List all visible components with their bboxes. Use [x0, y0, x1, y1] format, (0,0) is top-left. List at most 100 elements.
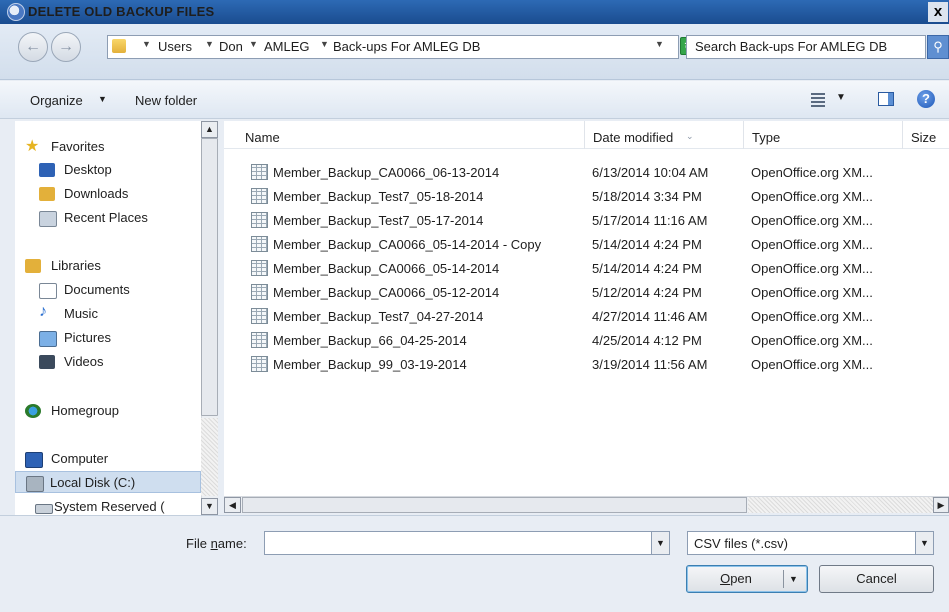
spreadsheet-file-icon	[251, 332, 268, 348]
window-title: DELETE OLD BACKUP FILES	[28, 4, 215, 19]
chevron-down-icon[interactable]: ▼	[836, 92, 846, 103]
file-type: OpenOffice.org XM...	[751, 213, 873, 228]
scroll-left-button[interactable]: ◀	[224, 497, 241, 513]
view-details-icon[interactable]	[811, 93, 825, 107]
file-type: OpenOffice.org XM...	[751, 189, 873, 204]
nav-favorites[interactable]: ★ Favorites	[15, 136, 201, 158]
open-split-divider	[783, 570, 784, 588]
file-row[interactable]: Member_Backup_CA0066_06-13-2014 6/13/201…	[224, 160, 949, 184]
horizontal-scroll-thumb[interactable]	[242, 497, 747, 513]
column-size[interactable]: Size	[911, 130, 936, 145]
nav-music[interactable]: ♪ Music	[15, 303, 201, 325]
crumb-amleg[interactable]: AMLEG	[264, 39, 310, 54]
nav-videos[interactable]: Videos	[15, 351, 201, 373]
chevron-right-icon[interactable]: ▼	[320, 39, 329, 49]
spreadsheet-file-icon	[251, 212, 268, 228]
file-row[interactable]: Member_Backup_CA0066_05-14-2014 - Copy 5…	[224, 232, 949, 256]
nav-scroll-track[interactable]	[201, 418, 218, 496]
chevron-down-icon[interactable]: ▼	[915, 532, 933, 554]
scroll-up-button[interactable]: ▲	[201, 121, 218, 138]
help-icon[interactable]: ?	[917, 90, 935, 108]
column-type[interactable]: Type	[752, 130, 780, 145]
nav-computer[interactable]: Computer	[15, 448, 201, 470]
file-date: 5/14/2014 4:24 PM	[592, 261, 702, 276]
file-name: Member_Backup_Test7_04-27-2014	[273, 309, 484, 324]
file-type: OpenOffice.org XM...	[751, 357, 873, 372]
column-date-modified[interactable]: Date modified	[593, 130, 673, 145]
file-name: Member_Backup_CA0066_05-14-2014 - Copy	[273, 237, 542, 252]
file-date: 5/14/2014 4:24 PM	[592, 237, 702, 252]
column-divider[interactable]	[743, 121, 744, 149]
file-name: Member_Backup_CA0066_05-12-2014	[273, 285, 500, 300]
scroll-down-button[interactable]: ▼	[201, 498, 218, 515]
crumb-users[interactable]: Users	[158, 39, 192, 54]
file-row[interactable]: Member_Backup_66_04-25-2014 4/25/2014 4:…	[224, 328, 949, 352]
star-icon: ★	[25, 138, 40, 155]
open-options-icon[interactable]: ▼	[789, 566, 798, 592]
folder-icon	[112, 39, 126, 53]
spreadsheet-file-icon	[251, 308, 268, 324]
nav-libraries[interactable]: Libraries	[15, 255, 201, 277]
file-row[interactable]: Member_Backup_Test7_05-17-2014 5/17/2014…	[224, 208, 949, 232]
file-date: 5/17/2014 11:16 AM	[592, 213, 708, 228]
preview-pane-icon[interactable]	[878, 92, 894, 106]
file-row[interactable]: Member_Backup_CA0066_05-14-2014 5/14/201…	[224, 256, 949, 280]
file-type: OpenOffice.org XM...	[751, 261, 873, 276]
sort-indicator-icon: ⌄	[686, 131, 694, 141]
close-button[interactable]: x	[928, 2, 948, 22]
documents-icon	[39, 283, 57, 299]
column-divider[interactable]	[902, 121, 903, 149]
nav-pictures[interactable]: Pictures	[15, 327, 201, 349]
file-type-filter[interactable]: CSV files (*.csv)	[687, 531, 934, 555]
organize-button[interactable]: Organize	[30, 93, 83, 108]
chevron-down-icon[interactable]: ▼	[98, 94, 107, 104]
chevron-right-icon[interactable]: ▼	[205, 39, 214, 49]
file-name: Member_Backup_99_03-19-2014	[273, 357, 467, 372]
crumb-backups[interactable]: Back-ups For AMLEG DB	[333, 39, 480, 54]
nav-recent-places[interactable]: Recent Places	[15, 207, 201, 229]
new-folder-button[interactable]: New folder	[135, 93, 197, 108]
nav-downloads[interactable]: Downloads	[15, 183, 201, 205]
file-row[interactable]: Member_Backup_99_03-19-2014 3/19/2014 11…	[224, 352, 949, 376]
nav-homegroup[interactable]: Homegroup	[15, 400, 201, 422]
nav-local-disk[interactable]: Local Disk (C:)	[15, 471, 201, 493]
column-divider[interactable]	[584, 121, 585, 149]
scroll-right-button[interactable]: ▶	[933, 497, 949, 513]
file-row[interactable]: Member_Backup_CA0066_05-12-2014 5/12/201…	[224, 280, 949, 304]
spreadsheet-file-icon	[251, 164, 268, 180]
libraries-icon	[25, 259, 41, 273]
file-row[interactable]: Member_Backup_Test7_05-18-2014 5/18/2014…	[224, 184, 949, 208]
column-name[interactable]: Name	[245, 130, 280, 145]
cancel-button[interactable]: Cancel	[819, 565, 934, 593]
chevron-right-icon[interactable]: ▼	[249, 39, 258, 49]
crumb-don[interactable]: Don	[219, 39, 243, 54]
drive-icon	[26, 476, 44, 492]
file-type: OpenOffice.org XM...	[751, 285, 873, 300]
pictures-icon	[39, 331, 57, 347]
desktop-icon	[39, 163, 55, 177]
file-name: Member_Backup_CA0066_06-13-2014	[273, 165, 500, 180]
address-dropdown-icon[interactable]: ▼	[655, 39, 664, 49]
chevron-down-icon[interactable]: ▼	[651, 532, 669, 554]
search-icon[interactable]: ⚲	[927, 35, 949, 59]
computer-icon	[25, 452, 43, 468]
navigation-pane: ★ Favorites Desktop Downloads Recent Pla…	[15, 121, 217, 515]
file-date: 4/27/2014 11:46 AM	[592, 309, 708, 324]
nav-documents[interactable]: Documents	[15, 279, 201, 301]
back-button[interactable]: ←	[18, 32, 48, 62]
bottom-panel	[0, 515, 949, 612]
file-type: OpenOffice.org XM...	[751, 237, 873, 252]
forward-button[interactable]: →	[51, 32, 81, 62]
spreadsheet-file-icon	[251, 356, 268, 372]
spreadsheet-file-icon	[251, 236, 268, 252]
horizontal-scroll-track[interactable]	[748, 497, 933, 513]
file-date: 5/18/2014 3:34 PM	[592, 189, 702, 204]
file-name-input[interactable]	[264, 531, 670, 555]
search-input[interactable]: Search Back-ups For AMLEG DB	[686, 35, 926, 59]
file-date: 3/19/2014 11:56 AM	[592, 357, 708, 372]
nav-scroll-thumb[interactable]	[201, 138, 218, 416]
file-row[interactable]: Member_Backup_Test7_04-27-2014 4/27/2014…	[224, 304, 949, 328]
nav-desktop[interactable]: Desktop	[15, 159, 201, 181]
downloads-icon	[39, 187, 55, 201]
chevron-right-icon[interactable]: ▼	[142, 39, 151, 49]
